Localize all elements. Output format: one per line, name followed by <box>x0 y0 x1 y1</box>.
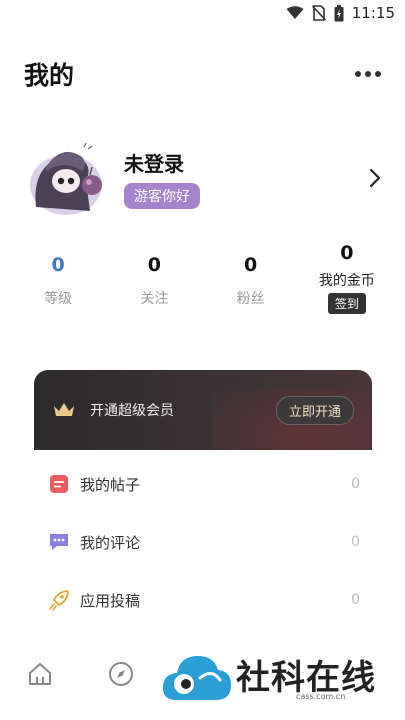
post-icon <box>48 473 70 495</box>
username: 未登录 <box>124 151 184 176</box>
battery-icon <box>334 4 344 21</box>
more-dot-icon <box>375 71 381 77</box>
signin-button[interactable]: 签到 <box>327 293 366 314</box>
stat-coins[interactable]: 0 我的金币 签到 <box>299 242 395 332</box>
menu-list: 我的帖子 0 我的评论 0 应用投稿 0 <box>36 455 372 629</box>
more-options-button[interactable] <box>355 71 381 77</box>
stat-value: 0 <box>51 254 65 276</box>
watermark-subtext: cass.com.cn <box>296 692 346 701</box>
status-time: 11:15 <box>351 4 395 22</box>
compass-icon[interactable] <box>107 660 135 688</box>
vip-banner[interactable]: 开通超级会员 立即开通 <box>34 370 372 450</box>
home-icon[interactable] <box>26 660 54 688</box>
stat-value: 0 <box>340 242 354 264</box>
stat-label: 等级 <box>44 291 73 307</box>
watermark: 社科在线 cass.com.cn <box>160 648 400 710</box>
stats-row: 0 等级 0 关注 0 粉丝 0 我的金币 签到 <box>10 242 395 332</box>
wifi-icon <box>286 6 304 19</box>
stat-value: 0 <box>244 254 258 276</box>
status-bar: 11:15 <box>0 0 405 30</box>
cloud-logo-icon <box>162 656 231 700</box>
menu-item-submit[interactable]: 应用投稿 0 <box>36 571 372 629</box>
chevron-right-icon[interactable] <box>367 167 383 189</box>
comment-icon <box>48 531 70 553</box>
profile-section[interactable]: 未登录 游客你好 <box>26 136 383 220</box>
no-sim-icon <box>311 5 326 21</box>
stat-label: 关注 <box>140 291 169 307</box>
crown-icon <box>54 403 74 416</box>
stat-fans[interactable]: 0 粉丝 <box>203 252 299 332</box>
guest-badge: 游客你好 <box>124 182 200 209</box>
menu-label: 应用投稿 <box>80 591 141 610</box>
more-dot-icon <box>355 71 361 77</box>
stat-level[interactable]: 0 等级 <box>10 252 106 332</box>
more-dot-icon <box>365 71 371 77</box>
avatar[interactable] <box>26 137 108 219</box>
stat-label: 粉丝 <box>236 291 265 307</box>
menu-count: 0 <box>351 476 360 492</box>
rocket-icon <box>48 589 70 611</box>
page-title: 我的 <box>24 61 75 90</box>
menu-count: 0 <box>351 534 360 550</box>
menu-label: 我的帖子 <box>80 475 141 494</box>
menu-item-posts[interactable]: 我的帖子 0 <box>36 455 372 513</box>
stat-value: 0 <box>147 254 161 276</box>
menu-count: 0 <box>351 592 360 608</box>
page-header: 我的 <box>24 52 381 96</box>
stat-following[interactable]: 0 关注 <box>106 252 202 332</box>
vip-open-button[interactable]: 立即开通 <box>275 395 354 425</box>
menu-item-comments[interactable]: 我的评论 0 <box>36 513 372 571</box>
menu-label: 我的评论 <box>80 533 141 552</box>
vip-label: 开通超级会员 <box>90 403 174 419</box>
stat-label: 我的金币 <box>318 273 375 289</box>
